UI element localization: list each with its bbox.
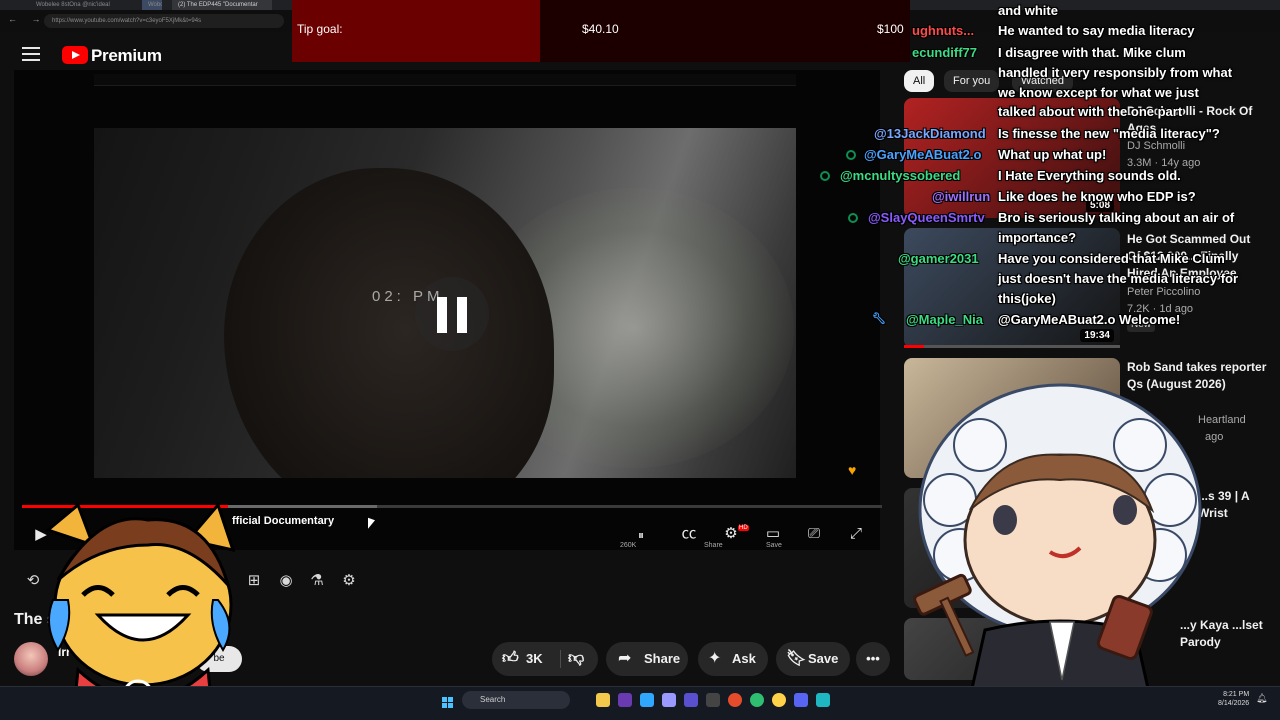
chat-username: @GaryMeABuat2.o	[864, 147, 982, 162]
photoshop-icon[interactable]	[640, 693, 654, 707]
browser-tab-active[interactable]: (2) The EDP445 "Documentar	[172, 0, 272, 10]
chat-username: @mcnultyssobered	[840, 168, 961, 183]
app-icon[interactable]	[772, 693, 786, 707]
chat-message: we know except for what we just	[998, 85, 1199, 100]
like-dislike-group: 👍︎ 3K 👎︎	[492, 642, 598, 676]
ask-label: Ask	[732, 651, 756, 666]
bookmark-icon: 🔖︎	[786, 650, 807, 667]
taskbar-clock[interactable]: 8:21 PM 8/14/2026	[1218, 690, 1249, 708]
recommendation-thumbnail[interactable]: 19:34	[904, 228, 1120, 348]
chat-message: Is finesse the new "media literacy"?	[998, 126, 1220, 141]
flask-icon[interactable]: ⚗	[306, 570, 328, 592]
chat-message: What up what up!	[998, 147, 1107, 162]
chat-username: ecundiff77	[912, 45, 978, 60]
recommendation-channel[interactable]: Peter Piccolino	[1127, 284, 1200, 301]
menu-icon[interactable]	[22, 47, 40, 61]
chat-badge-icon	[846, 150, 856, 160]
thumbs-up-icon[interactable]: 👍︎	[502, 642, 519, 676]
taskbar-search-field[interactable]: Search	[462, 691, 570, 709]
wrench-icon: 🔧︎	[872, 313, 886, 325]
save-label: Save	[808, 651, 839, 666]
heart-icon: ♥	[848, 462, 857, 478]
save-button[interactable]: 🔖︎ Save	[776, 642, 850, 676]
like-count[interactable]: 3K	[526, 642, 543, 676]
chip-all[interactable]: All	[904, 70, 935, 92]
windows-start-icon[interactable]	[442, 697, 454, 709]
cast-icon[interactable]: ⎚	[801, 523, 827, 545]
like-separator	[560, 650, 561, 668]
chat-message: @GaryMeABuat2.o Welcome!	[998, 312, 1181, 327]
captions-icon[interactable]: ㏄	[676, 523, 702, 545]
video-subject	[224, 168, 554, 478]
fullscreen-icon[interactable]: ⤢	[843, 523, 869, 545]
chat-message: importance?	[998, 230, 1077, 245]
share-button[interactable]: ➦ Share	[606, 642, 688, 676]
more-options-icon[interactable]: •••	[856, 642, 890, 676]
edge-icon[interactable]	[750, 693, 764, 707]
os-taskbar: Search 8:21 PM 8/14/2026 🔔︎	[0, 686, 1280, 720]
youtube-premium-wordmark[interactable]: Premium	[91, 46, 162, 66]
share-arrow-icon: ➦	[618, 650, 632, 667]
chat-username: @SlayQueenSmrtv	[868, 210, 985, 225]
youtube-logo-icon[interactable]	[62, 46, 88, 64]
chat-message: Have you considered that Mike Clum	[998, 251, 1225, 266]
terminal-icon[interactable]	[816, 693, 830, 707]
notification-bell-icon[interactable]: 🔔︎	[1256, 693, 1267, 704]
after-effects-icon[interactable]	[684, 693, 698, 707]
mouse-cursor	[368, 517, 375, 532]
thumbs-down-icon[interactable]: 👎︎	[568, 642, 584, 676]
chat-message: and white	[998, 3, 1058, 18]
app-icon[interactable]	[618, 693, 632, 707]
chat-message: handled it very responsibly from what	[998, 65, 1233, 80]
clock-time: 8:21 PM	[1223, 691, 1250, 698]
tip-goal-label: Tip goal:	[297, 22, 343, 36]
gear-icon[interactable]: ⚙	[338, 570, 360, 592]
judge-vtuber-avatar	[913, 383, 1202, 720]
hd-badge: HD	[738, 525, 749, 531]
sparkle-icon: ✦	[708, 650, 722, 667]
obs-icon[interactable]	[706, 693, 720, 707]
chat-message: I disagree with that. Mike clum	[998, 45, 1186, 60]
chat-username: @Maple_Nia	[906, 312, 983, 327]
tip-goal-target: $100	[877, 22, 904, 36]
discord-icon[interactable]	[794, 693, 808, 707]
embedded-page-strip	[94, 74, 796, 86]
tip-goal-widget: Tip goal: $40.10 $100	[292, 0, 910, 62]
chat-badge-icon	[820, 171, 830, 181]
chat-message: Like does he know who EDP is?	[998, 189, 1196, 204]
chat-message: just doesn't have the media literacy for	[998, 271, 1239, 286]
file-explorer-icon[interactable]	[596, 693, 610, 707]
chat-username: @iwillrun	[932, 189, 991, 204]
url-field[interactable]: https://www.youtube.com/watch?v=c3eyoF5X…	[44, 14, 284, 28]
share-label: Share	[644, 651, 681, 666]
time-overlay-text: 02: PM	[372, 288, 444, 305]
screenshot-camera-icon[interactable]: ◉	[275, 570, 297, 592]
browser-tab[interactable]: Wobo	[142, 0, 162, 10]
ask-button[interactable]: ✦ Ask	[698, 642, 768, 676]
chat-message: this(joke)	[998, 291, 1056, 306]
chat-message: I Hate Everything sounds old.	[998, 168, 1181, 183]
chat-message: Bro is seriously talking about an air of	[998, 210, 1235, 225]
chat-message: He wanted to say media literacy	[998, 23, 1195, 38]
tip-goal-current: $40.10	[582, 22, 619, 36]
chip-for-you[interactable]: For you	[944, 70, 1000, 92]
chat-badge-icon	[848, 213, 858, 223]
chat-message: talked about with the one part	[998, 104, 1183, 119]
video-duration: 19:34	[1080, 329, 1114, 342]
browser-tab[interactable]: Wobelee 8stOna @nic'ideal	[30, 0, 130, 10]
chat-username: @13JackDiamond	[874, 126, 986, 141]
mini-like-count: 260K	[620, 542, 637, 549]
chrome-icon[interactable]	[728, 693, 742, 707]
watched-progress	[904, 345, 1120, 348]
mini-save-label: Save	[766, 542, 782, 549]
premiere-icon[interactable]	[662, 693, 676, 707]
clock-date: 8/14/2026	[1218, 700, 1250, 707]
chat-username: ughnuts...	[912, 23, 975, 38]
chat-username: @gamer2031	[898, 251, 979, 266]
